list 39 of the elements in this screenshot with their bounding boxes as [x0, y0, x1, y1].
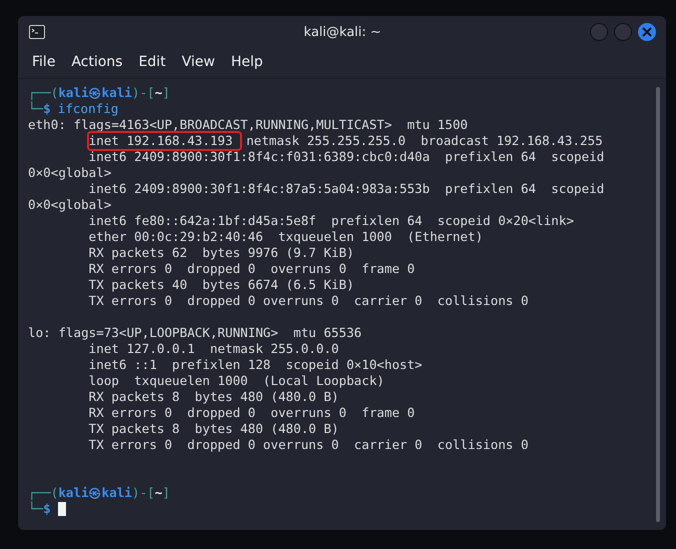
terminal-icon [29, 25, 45, 39]
output-line: RX errors 0 dropped 0 overruns 0 frame 0 [88, 405, 416, 421]
output-line: 0×0<global> [28, 197, 112, 213]
command-text: ifconfig [58, 101, 118, 117]
output-line: RX packets 62 bytes 9976 (9.7 KiB) [88, 245, 356, 261]
output-line: inet6 ::1 prefixlen 128 scopeid 0×10<host> [88, 357, 424, 373]
output-line: RX packets 8 bytes 480 (480.0 B) [88, 389, 340, 405]
close-button[interactable] [638, 23, 656, 41]
text-cursor [58, 502, 66, 516]
prompt-line: └─$ [28, 501, 51, 517]
maximize-button[interactable] [614, 23, 632, 41]
highlighted-text: inet 192.168.43.193 [88, 133, 240, 149]
menu-item[interactable]: Help [222, 54, 271, 70]
output-line: RX errors 0 dropped 0 overruns 0 frame 0 [88, 261, 416, 277]
menu-item[interactable]: Actions [63, 54, 131, 70]
menu-item[interactable]: View [174, 54, 223, 70]
minimize-button[interactable] [590, 23, 608, 41]
output-line: netmask 255.255.255.0 broadcast 192.168.43.255 [246, 133, 603, 149]
output-line: loop txqueuelen 1000 (Local Loopback) [88, 373, 386, 389]
prompt-line: └─$ [28, 101, 51, 117]
output-line: ether 00:0c:29:b2:40:46 txqueuelen 1000 (Ethernet) [88, 229, 484, 245]
output-line: inet6 2409:8900:30f1:8f4c:87a5:5a04:983a:553b prefixlen 64 scopeid [88, 181, 606, 197]
menu-item[interactable]: File [24, 54, 64, 70]
scrollbar[interactable] [656, 87, 660, 522]
output-line: lo: flags=73<UP,LOOPBACK,RUNNING> mtu 65536 [28, 325, 363, 341]
prompt-line: ┌──(kali㉿kali)-[~] [28, 485, 171, 501]
output-line: TX packets 40 bytes 6674 (6.5 KiB) [88, 277, 356, 293]
output-line: inet6 fe80::642a:1bf:d45a:5e8f prefixlen 64 scopeid 0×20<link> [88, 213, 575, 229]
close-icon [642, 27, 652, 37]
output-line: inet6 2409:8900:30f1:8f4c:f031:6389:cbc0:d40a prefixlen 64 scopeid [88, 149, 606, 165]
output-line: TX errors 0 dropped 0 overruns 0 carrier 0 collisions 0 [88, 293, 530, 309]
output-line: 0×0<global> [28, 165, 112, 181]
output-line: TX packets 8 bytes 480 (480.0 B) [88, 421, 340, 437]
prompt-line: ┌──(kali㉿kali)-[~] [28, 85, 171, 101]
window-title: kali@kali: ~ [302, 24, 382, 40]
output-line: eth0: flags=4163<UP,BROADCAST,RUNNING,MULTICAST> mtu 1500 [28, 117, 469, 133]
output-line: TX errors 0 dropped 0 overruns 0 carrier 0 collisions 0 [88, 437, 530, 453]
menu-item[interactable]: Edit [130, 54, 174, 70]
output-line: inet 127.0.0.1 netmask 255.0.0.0 [88, 341, 340, 357]
